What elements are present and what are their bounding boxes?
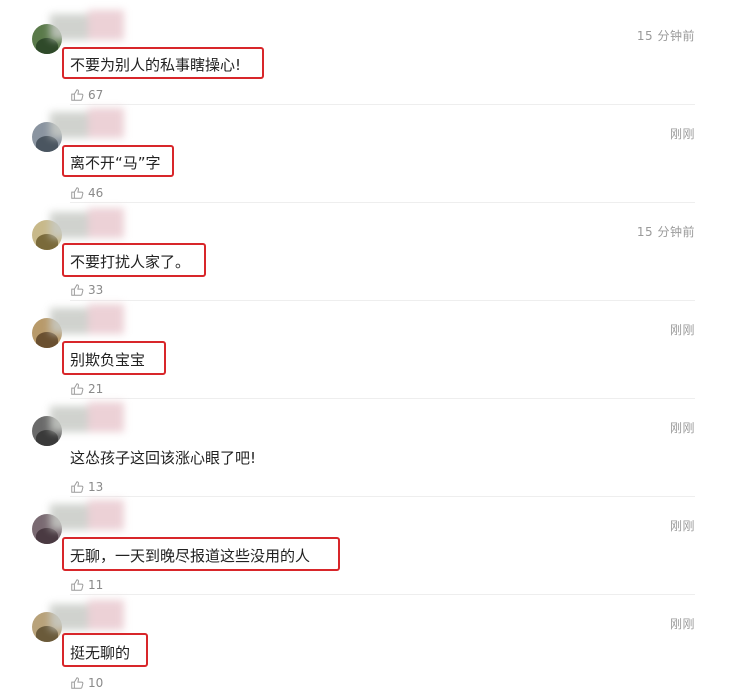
thumbs-up-icon xyxy=(71,677,84,689)
divider xyxy=(70,202,695,203)
comment-text: 离不开“马”字 xyxy=(70,154,161,172)
like-button[interactable]: 46 xyxy=(70,185,103,201)
divider xyxy=(70,300,695,301)
thumbs-up-icon xyxy=(71,89,84,101)
thumbs-up-icon xyxy=(71,187,84,199)
username-blurred[interactable] xyxy=(50,106,130,142)
thumbs-up-icon xyxy=(71,481,84,493)
like-count: 67 xyxy=(88,88,104,102)
thumbs-up-icon xyxy=(71,579,84,591)
like-button[interactable]: 21 xyxy=(70,381,103,397)
comment-text: 不要为别人的私事瞎操心! xyxy=(70,56,242,74)
divider xyxy=(70,496,695,497)
username-blurred[interactable] xyxy=(50,302,130,338)
thumbs-up-icon xyxy=(71,284,84,296)
comment-time: 15 分钟前 xyxy=(636,29,695,43)
comment-time: 刚刚 xyxy=(669,421,695,435)
thumbs-up-icon xyxy=(71,383,84,395)
comment-text: 这怂孩子这回该涨心眼了吧! xyxy=(70,449,257,467)
like-button[interactable]: 10 xyxy=(70,675,103,691)
comment-time: 刚刚 xyxy=(669,519,695,533)
divider xyxy=(70,104,695,105)
like-count: 13 xyxy=(88,480,104,494)
like-button[interactable]: 13 xyxy=(70,479,103,495)
like-count: 10 xyxy=(88,676,104,690)
divider xyxy=(70,398,695,399)
comment-text: 挺无聊的 xyxy=(70,644,131,662)
like-count: 11 xyxy=(88,578,104,592)
comment-text: 别欺负宝宝 xyxy=(70,351,146,369)
comment-time: 15 分钟前 xyxy=(636,225,695,239)
like-button[interactable]: 11 xyxy=(70,577,103,593)
comment-text: 不要打扰人家了。 xyxy=(70,253,191,271)
comment-time: 刚刚 xyxy=(669,323,695,337)
like-count: 21 xyxy=(88,382,104,396)
username-blurred[interactable] xyxy=(50,498,130,534)
comment-time: 刚刚 xyxy=(669,127,695,141)
comment-time: 刚刚 xyxy=(669,617,695,631)
username-blurred[interactable] xyxy=(50,598,130,634)
username-blurred[interactable] xyxy=(50,400,130,436)
username-blurred[interactable] xyxy=(50,206,130,242)
like-button[interactable]: 67 xyxy=(70,87,103,103)
like-count: 46 xyxy=(88,186,104,200)
username-blurred[interactable] xyxy=(50,8,130,44)
comment-text: 无聊，一天到晚尽报道这些没用的人 xyxy=(70,547,311,565)
divider xyxy=(70,594,695,595)
like-button[interactable]: 33 xyxy=(70,282,103,298)
like-count: 33 xyxy=(88,283,104,297)
